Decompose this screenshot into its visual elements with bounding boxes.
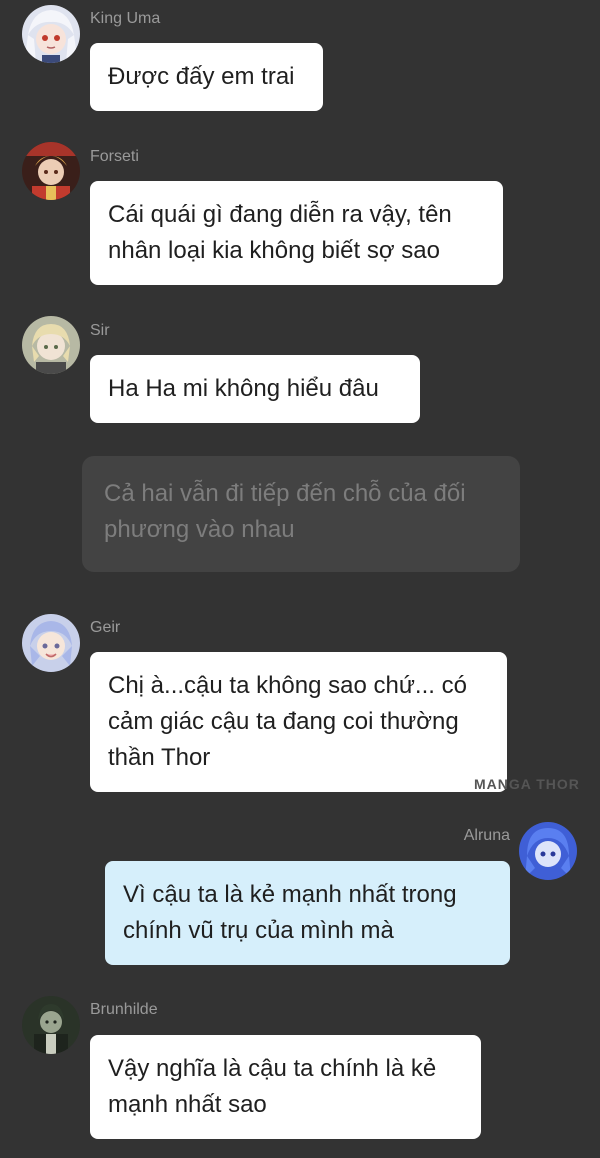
sender-name: Brunhilde <box>90 1001 158 1018</box>
brunhilde-avatar-icon <box>22 996 80 1054</box>
message-bubble: Vậy nghĩa là cậu ta chính là kẻ mạnh nhấ… <box>90 1035 481 1139</box>
message-bubble: Ha Ha mi không hiểu đâu <box>90 355 420 423</box>
alruna-avatar-icon <box>519 822 577 880</box>
watermark: MANGA THOR <box>474 776 580 792</box>
forseti-avatar-icon <box>22 142 80 200</box>
avatar-king-uma[interactable] <box>22 5 80 63</box>
geir-avatar-icon <box>22 614 80 672</box>
narration-box: Cả hai vẫn đi tiếp đến chỗ của đối phươn… <box>82 456 520 572</box>
sir-avatar-icon <box>22 316 80 374</box>
avatar-forseti[interactable] <box>22 142 80 200</box>
sender-name: Sir <box>90 322 110 339</box>
avatar-brunhilde[interactable] <box>22 996 80 1054</box>
avatar-alruna[interactable] <box>519 822 577 880</box>
message-bubble: Cái quái gì đang diễn ra vậy, tên nhân l… <box>90 181 503 285</box>
message-bubble: Chị à...cậu ta không sao chứ... có cảm g… <box>90 652 507 792</box>
sender-name: King Uma <box>90 10 161 27</box>
sender-name: Forseti <box>90 148 139 165</box>
message-bubble: Được đấy em trai <box>90 43 323 111</box>
sender-name: Geir <box>90 619 121 636</box>
sender-name: Alruna <box>463 827 510 844</box>
king-uma-avatar-icon <box>22 5 80 63</box>
avatar-sir[interactable] <box>22 316 80 374</box>
message-bubble-own: Vì cậu ta là kẻ mạnh nhất trong chính vũ… <box>105 861 510 965</box>
avatar-geir[interactable] <box>22 614 80 672</box>
